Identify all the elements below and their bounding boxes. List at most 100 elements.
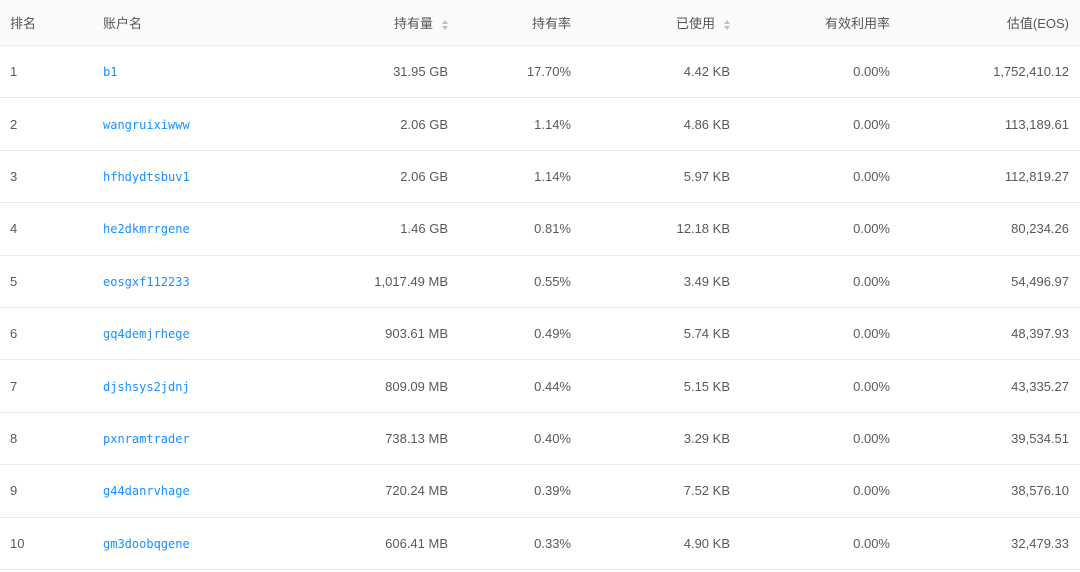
account-cell: g44danrvhage [103, 483, 278, 498]
effective-rate-cell: 0.00% [853, 221, 890, 237]
valuation-cell: 38,576.10 [1011, 483, 1069, 499]
holding-cell: 720.24 MB [385, 483, 448, 499]
rank-cell: 5 [10, 273, 18, 289]
effective-rate-cell: 0.00% [853, 378, 890, 394]
holding-rate-cell: 0.44% [534, 378, 571, 394]
account-link[interactable]: gq4demjrhege [103, 327, 190, 341]
valuation-cell: 80,234.26 [1011, 221, 1069, 237]
table-body: 1 b1 31.95 GB 17.70% 4.42 KB 0.00% 1,752,410.1… [0, 46, 1080, 570]
header-effective-rate: 有效利用率 [824, 16, 890, 31]
ram-ranking-table: 排名 账户名 持有量 持有率 已使用 有效利用率 估值(EOS) 1 b1 31.9… [0, 0, 1080, 570]
holding-rate-cell: 1.14% [534, 116, 571, 132]
table-row: 5 eosgxf112233 1,017.49 MB 0.55% 3.49 KB 0.00… [0, 256, 1080, 308]
table-row: 8 pxnramtrader 738.13 MB 0.40% 3.29 KB 0.00% 3… [0, 413, 1080, 466]
effective-rate-cell: 0.00% [853, 116, 890, 132]
rank-cell: 7 [10, 378, 18, 394]
table-header: 排名 账户名 持有量 持有率 已使用 有效利用率 估值(EOS) [0, 0, 1080, 46]
holding-rate-cell: 0.49% [534, 326, 571, 342]
rank-cell: 10 [10, 535, 25, 551]
account-cell: pxnramtrader [103, 431, 278, 446]
account-cell: djshsys2jdnj [103, 379, 278, 394]
holding-cell: 903.61 MB [385, 326, 448, 342]
header-used-label: 已使用 [675, 16, 715, 31]
holding-cell: 738.13 MB [385, 430, 448, 446]
rank-cell: 1 [10, 64, 18, 80]
account-cell: gm3doobqgene [103, 536, 278, 551]
valuation-cell: 54,496.97 [1011, 273, 1069, 289]
table-row: 2 wangruixiwww 2.06 GB 1.14% 4.86 KB 0.00% 113… [0, 98, 1080, 151]
used-cell: 4.86 KB [683, 116, 730, 132]
header-used[interactable]: 已使用 [571, 13, 730, 32]
account-link[interactable]: djshsys2jdnj [103, 380, 190, 394]
rank-cell: 9 [10, 483, 18, 499]
holding-rate-cell: 0.33% [534, 535, 571, 551]
account-cell: b1 [103, 64, 278, 79]
account-cell: hfhdydtsbuv1 [103, 169, 278, 184]
table-row: 6 gq4demjrhege 903.61 MB 0.49% 5.74 KB 0.00% 4… [0, 308, 1080, 361]
holding-rate-cell: 0.39% [534, 483, 571, 499]
account-cell: eosgxf112233 [103, 274, 278, 289]
used-cell: 4.90 KB [683, 535, 730, 551]
holding-cell: 1,017.49 MB [374, 273, 448, 289]
holding-rate-cell: 0.81% [534, 221, 571, 237]
valuation-cell: 43,335.27 [1011, 378, 1069, 394]
account-link[interactable]: g44danrvhage [103, 484, 190, 498]
effective-rate-cell: 0.00% [853, 535, 890, 551]
account-cell: he2dkmrrgene [103, 221, 278, 236]
valuation-cell: 39,534.51 [1011, 430, 1069, 446]
holding-rate-cell: 0.55% [534, 273, 571, 289]
table-row: 9 g44danrvhage 720.24 MB 0.39% 7.52 KB 0.00% 3… [0, 465, 1080, 518]
account-link[interactable]: wangruixiwww [103, 118, 190, 132]
header-account: 账户名 [103, 16, 143, 31]
effective-rate-cell: 0.00% [853, 326, 890, 342]
header-holding[interactable]: 持有量 [278, 13, 448, 32]
holding-cell: 606.41 MB [385, 535, 448, 551]
rank-cell: 8 [10, 430, 18, 446]
account-link[interactable]: eosgxf112233 [103, 275, 190, 289]
holding-rate-cell: 17.70% [526, 64, 571, 80]
used-cell: 5.15 KB [683, 378, 730, 394]
used-cell: 3.49 KB [683, 273, 730, 289]
valuation-cell: 1,752,410.12 [993, 64, 1069, 80]
holding-cell: 2.06 GB [400, 116, 448, 132]
table-row: 7 djshsys2jdnj 809.09 MB 0.44% 5.15 KB 0.00% 4… [0, 360, 1080, 413]
holding-rate-cell: 0.40% [534, 430, 571, 446]
used-cell: 4.42 KB [683, 64, 730, 80]
account-link[interactable]: pxnramtrader [103, 432, 190, 446]
account-link[interactable]: hfhdydtsbuv1 [103, 170, 190, 184]
account-cell: wangruixiwww [103, 117, 278, 132]
used-cell: 7.52 KB [683, 483, 730, 499]
used-cell: 5.74 KB [683, 326, 730, 342]
effective-rate-cell: 0.00% [853, 64, 890, 80]
holding-cell: 31.95 GB [393, 64, 448, 80]
header-rank: 排名 [10, 16, 37, 31]
account-link[interactable]: b1 [103, 65, 117, 79]
used-cell: 12.18 KB [676, 221, 731, 237]
valuation-cell: 48,397.93 [1011, 326, 1069, 342]
effective-rate-cell: 0.00% [853, 273, 890, 289]
account-link[interactable]: gm3doobqgene [103, 537, 190, 551]
holding-cell: 1.46 GB [400, 221, 448, 237]
account-cell: gq4demjrhege [103, 326, 278, 341]
used-cell: 3.29 KB [683, 430, 730, 446]
table-row: 3 hfhdydtsbuv1 2.06 GB 1.14% 5.97 KB 0.00% 112… [0, 151, 1080, 204]
effective-rate-cell: 0.00% [853, 168, 890, 184]
holding-cell: 2.06 GB [400, 168, 448, 184]
holding-rate-cell: 1.14% [534, 168, 571, 184]
header-holding-label: 持有量 [393, 16, 433, 31]
table-row: 1 b1 31.95 GB 17.70% 4.42 KB 0.00% 1,752,410.1… [0, 46, 1080, 99]
valuation-cell: 113,189.61 [1004, 116, 1069, 132]
rank-cell: 6 [10, 326, 18, 342]
table-row: 10 gm3doobqgene 606.41 MB 0.33% 4.90 KB 0.00%… [0, 518, 1080, 570]
effective-rate-cell: 0.00% [853, 483, 890, 499]
rank-cell: 4 [10, 221, 18, 237]
header-valuation: 估值(EOS) [1006, 16, 1069, 31]
rank-cell: 2 [10, 116, 18, 132]
effective-rate-cell: 0.00% [853, 430, 890, 446]
account-link[interactable]: he2dkmrrgene [103, 222, 190, 236]
rank-cell: 3 [10, 168, 18, 184]
table-row: 4 he2dkmrrgene 1.46 GB 0.81% 12.18 KB 0.00% 80… [0, 203, 1080, 256]
used-cell: 5.97 KB [683, 168, 730, 184]
valuation-cell: 32,479.33 [1011, 535, 1069, 551]
valuation-cell: 112,819.27 [1004, 168, 1069, 184]
